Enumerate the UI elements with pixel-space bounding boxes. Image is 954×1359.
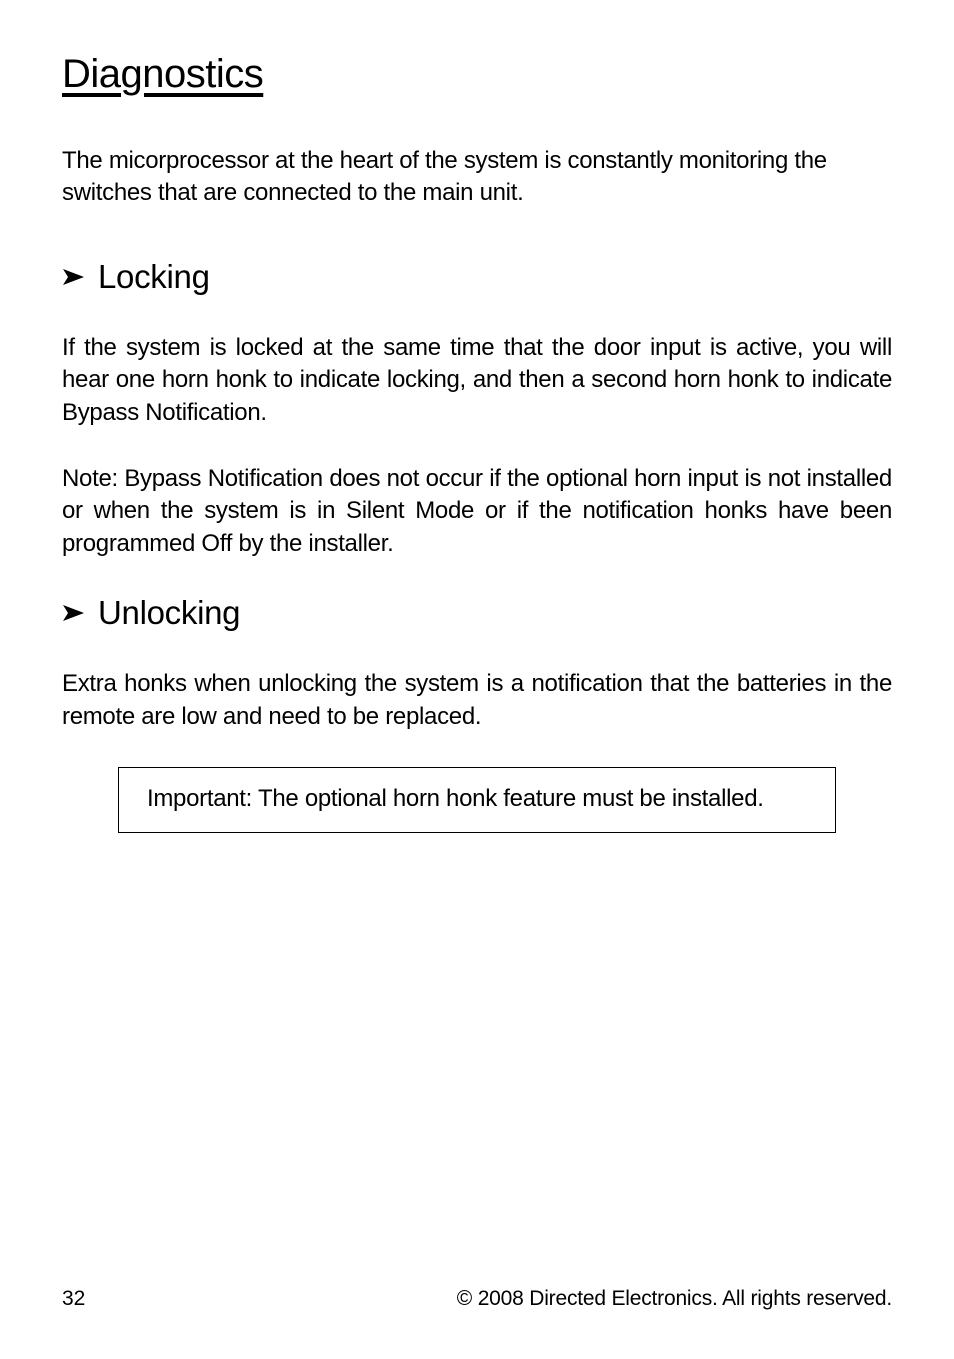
callout-label: Important:: [147, 785, 252, 812]
note-body: Bypass Notification does not occur if th…: [62, 465, 892, 557]
note-label: Note:: [62, 465, 118, 492]
unlocking-body-1: Extra honks when unlocking the system is…: [62, 668, 892, 733]
page-footer: 32 © 2008 Directed Electronics. All righ…: [62, 1287, 892, 1311]
locking-note: Note: Bypass Notification does not occur…: [62, 463, 892, 560]
locking-body-1: If the system is locked at the same time…: [62, 332, 892, 429]
intro-paragraph: The micorprocessor at the heart of the s…: [62, 145, 892, 210]
important-callout: Important: The optional horn honk featur…: [118, 767, 836, 833]
pointer-icon: [62, 602, 88, 624]
page-number: 32: [62, 1287, 85, 1311]
copyright-text: © 2008 Directed Electronics. All rights …: [457, 1287, 892, 1311]
section-heading-label: Unlocking: [98, 594, 240, 632]
section-heading-unlocking: Unlocking: [62, 594, 892, 632]
pointer-icon: [62, 266, 88, 288]
section-heading-locking: Locking: [62, 258, 892, 296]
section-heading-label: Locking: [98, 258, 210, 296]
callout-body: The optional horn honk feature must be i…: [252, 785, 764, 812]
page-title: Diagnostics: [62, 52, 892, 97]
